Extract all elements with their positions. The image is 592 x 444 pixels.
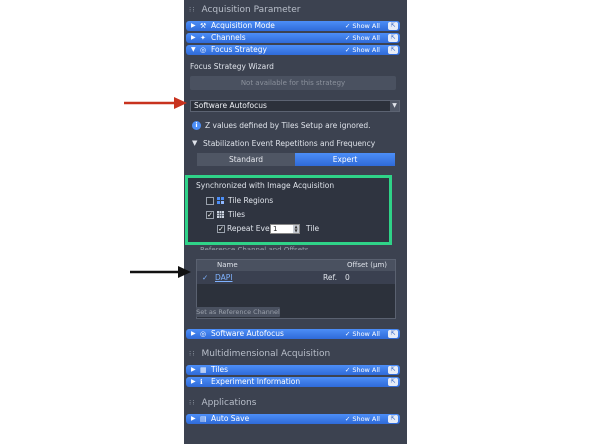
stepper-arrows-icon[interactable]: ▲ ▼	[293, 225, 299, 233]
bar-auto-save[interactable]: ▶ ▤ Auto Save ✓ Show All ⇱	[186, 414, 400, 424]
black-annotation-arrow-icon	[130, 266, 191, 278]
section-multidimensional: ⁝⁝ Multidimensional Acquisition	[189, 349, 331, 359]
table-header: Name Offset (µm)	[197, 260, 395, 271]
info-icon: ℹ	[200, 378, 203, 386]
reference-channel-title: Reference Channel and Offsets	[200, 246, 309, 250]
bar-experiment-information[interactable]: ▶ ℹ Experiment Information ⇱	[186, 377, 400, 387]
sync-group-highlight: Synchronized with Image Acquisition Tile…	[185, 175, 392, 245]
popout-icon[interactable]: ⇱	[388, 22, 398, 30]
reference-marker: Ref.	[323, 273, 337, 282]
strategy-selected-value: Software Autofocus	[194, 101, 267, 110]
bar-acquisition-mode[interactable]: ▶ ⚒ Acquisition Mode ✓ Show All ⇱	[186, 21, 400, 31]
bar-tiles[interactable]: ▶ ▦ Tiles ✓ Show All ⇱	[186, 365, 400, 375]
bar-software-autofocus[interactable]: ▶ ◎ Software Autofocus ✓ Show All ⇱	[186, 329, 400, 339]
show-all-toggle[interactable]: ✓ Show All	[345, 365, 380, 375]
column-name[interactable]: Name	[217, 260, 238, 271]
grip-dots-icon: ⁝⁝	[189, 350, 196, 358]
popout-icon[interactable]: ⇱	[388, 415, 398, 423]
show-all-toggle[interactable]: ✓ Show All	[345, 45, 380, 55]
red-annotation-arrow-icon	[124, 97, 187, 109]
segment-expert[interactable]: Expert	[295, 153, 395, 166]
wrench-icon: ⚒	[200, 22, 207, 30]
info-icon: i	[192, 121, 201, 130]
expand-arrow-icon[interactable]: ▶	[191, 365, 196, 375]
chevron-down-icon[interactable]: ▼	[390, 101, 399, 111]
popout-icon[interactable]: ⇱	[388, 366, 398, 374]
channels-icon: ✦	[200, 34, 206, 42]
section-applications: ⁝⁝ Applications	[189, 398, 257, 408]
focus-icon: ◎	[200, 330, 207, 338]
save-icon: ▤	[200, 415, 207, 423]
bar-focus-strategy[interactable]: ▼ ◎ Focus Strategy ✓ Show All ⇱	[186, 45, 400, 55]
show-all-toggle[interactable]: ✓ Show All	[345, 21, 380, 31]
stabilization-label: Stabilization Event Repetitions and Freq…	[203, 139, 376, 148]
repeat-every-checkbox[interactable]: ✓	[217, 225, 225, 233]
strategy-dropdown[interactable]: Software Autofocus ▼	[190, 100, 400, 112]
segment-standard[interactable]: Standard	[197, 153, 295, 166]
expand-arrow-icon[interactable]: ▶	[191, 377, 196, 387]
tiles-label: Tiles	[228, 210, 246, 219]
offset-value[interactable]: 0	[345, 271, 350, 284]
column-offset[interactable]: Offset (µm)	[347, 260, 387, 271]
sync-title: Synchronized with Image Acquisition	[196, 181, 335, 190]
popout-icon[interactable]: ⇱	[388, 330, 398, 338]
collapse-arrow-icon[interactable]: ▼	[191, 45, 196, 55]
grip-dots-icon: ⁝⁝	[189, 399, 196, 407]
tiles-icon: ▦	[200, 366, 207, 374]
expand-arrow-icon[interactable]: ▶	[191, 414, 196, 424]
acquisition-panel: ⁝⁝ Acquisition Parameter ▶ ⚒ Acquisition …	[184, 0, 407, 444]
repeat-every-stepper[interactable]: 1 ▲ ▼	[270, 224, 300, 234]
table-row[interactable]: ✓ DAPI Ref. 0	[197, 271, 395, 284]
channel-name-link[interactable]: DAPI	[215, 271, 233, 284]
tile-regions-checkbox[interactable]	[206, 197, 214, 205]
popout-icon[interactable]: ⇱	[388, 34, 398, 42]
collapse-arrow-icon[interactable]: ▼	[192, 139, 197, 147]
info-text: Z values defined by Tiles Setup are igno…	[205, 121, 371, 130]
bar-channels[interactable]: ▶ ✦ Channels ✓ Show All ⇱	[186, 33, 400, 43]
show-all-toggle[interactable]: ✓ Show All	[345, 414, 380, 424]
section-acquisition-parameter: ⁝⁝ Acquisition Parameter	[189, 5, 301, 15]
repeat-unit-label: Tile	[306, 224, 320, 233]
expand-arrow-icon[interactable]: ▶	[191, 33, 196, 43]
show-all-toggle[interactable]: ✓ Show All	[345, 329, 380, 339]
show-all-toggle[interactable]: ✓ Show All	[345, 33, 380, 43]
tiles-grid-icon	[217, 211, 224, 218]
wizard-button[interactable]: Not available for this strategy	[190, 76, 396, 90]
focus-icon: ◎	[200, 46, 207, 54]
check-icon: ✓	[202, 273, 209, 282]
tiles-checkbox[interactable]: ✓	[206, 211, 214, 219]
grip-dots-icon: ⁝⁝	[189, 6, 196, 14]
tile-regions-label: Tile Regions	[228, 196, 274, 205]
expand-arrow-icon[interactable]: ▶	[191, 21, 196, 31]
expand-arrow-icon[interactable]: ▶	[191, 329, 196, 339]
focus-strategy-wizard-label: Focus Strategy Wizard	[190, 62, 274, 71]
popout-icon[interactable]: ⇱	[388, 46, 398, 54]
popout-icon[interactable]: ⇱	[388, 378, 398, 386]
set-reference-button[interactable]: Set as Reference Channel	[196, 307, 280, 317]
tile-regions-icon	[217, 197, 224, 204]
